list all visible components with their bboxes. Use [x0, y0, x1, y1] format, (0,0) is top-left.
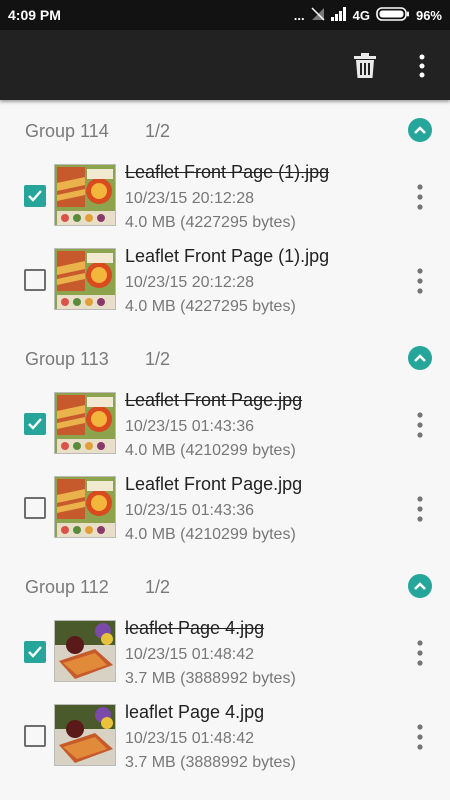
check-icon — [28, 190, 42, 202]
battery-level: 96% — [415, 8, 442, 23]
group-header: Group 112 1/2 — [0, 556, 450, 616]
list-item[interactable]: Leaflet Front Page.jpg 10/23/15 01:43:36… — [0, 388, 450, 472]
status-time: 4:09 PM — [8, 7, 61, 23]
file-size: 3.7 MB (3888992 bytes) — [125, 754, 296, 771]
file-date: 10/23/15 20:12:28 — [125, 274, 255, 291]
group-header: Group 114 1/2 — [0, 100, 450, 160]
list-item[interactable]: Leaflet Front Page (1).jpg 10/23/15 20:1… — [0, 244, 450, 328]
signal-icon — [330, 7, 347, 24]
list-item[interactable]: leaflet Page 4.jpg 10/23/15 01:48:42 3.7… — [0, 700, 450, 784]
file-size: 3.7 MB (3888992 bytes) — [125, 670, 296, 687]
group-count: 1/2 — [145, 349, 171, 369]
file-size: 4.0 MB (4210299 bytes) — [125, 526, 296, 543]
group-name: Group 113 — [25, 349, 109, 369]
checkbox-unchecked[interactable] — [24, 497, 46, 519]
image-thumbnail — [54, 704, 116, 766]
more-vert-icon[interactable] — [410, 494, 430, 524]
group-count: 1/2 — [145, 577, 171, 597]
more-vert-icon[interactable] — [410, 410, 430, 440]
more-vert-icon[interactable] — [410, 182, 430, 212]
file-size: 4.0 MB (4210299 bytes) — [125, 442, 296, 459]
group-count: 1/2 — [145, 121, 171, 141]
image-thumbnail — [54, 392, 116, 454]
file-date: 10/23/15 01:43:36 — [125, 502, 255, 519]
duplicate-groups-list[interactable]: Group 114 1/2 Leaflet Front Page (1).jpg… — [0, 100, 450, 800]
group-name: Group 114 — [25, 121, 109, 141]
chevron-up-icon[interactable] — [408, 118, 432, 142]
image-thumbnail — [54, 164, 116, 226]
file-date: 10/23/15 01:43:36 — [125, 418, 255, 435]
status-bar: 4:09 PM ... 4G 96% — [0, 0, 450, 30]
more-vert-icon[interactable] — [410, 722, 430, 752]
status-icons: ... 4G 96% — [294, 7, 442, 24]
image-thumbnail — [54, 620, 116, 682]
checkbox-checked[interactable] — [24, 185, 46, 207]
list-item[interactable]: Leaflet Front Page.jpg 10/23/15 01:43:36… — [0, 472, 450, 556]
app-toolbar — [0, 30, 450, 100]
more-vert-icon[interactable] — [410, 266, 430, 296]
file-date: 10/23/15 01:48:42 — [125, 646, 255, 663]
file-name: Leaflet Front Page.jpg — [125, 390, 303, 410]
network-type: 4G — [352, 8, 370, 23]
checkbox-checked[interactable] — [24, 413, 46, 435]
file-name: leaflet Page 4.jpg — [125, 618, 265, 638]
notification-dots: ... — [293, 8, 305, 23]
file-date: 10/23/15 20:12:28 — [125, 190, 255, 207]
chevron-up-icon[interactable] — [408, 574, 432, 598]
file-name: leaflet Page 4.jpg — [125, 702, 265, 722]
more-vert-icon[interactable] — [410, 638, 430, 668]
file-name: Leaflet Front Page (1).jpg — [125, 162, 330, 182]
list-item[interactable]: leaflet Page 4.jpg 10/23/15 01:48:42 3.7… — [0, 616, 450, 700]
trash-icon[interactable] — [352, 52, 378, 80]
file-name: Leaflet Front Page.jpg — [125, 474, 303, 494]
list-item[interactable]: Leaflet Front Page (1).jpg 10/23/15 20:1… — [0, 160, 450, 244]
group-name: Group 112 — [25, 577, 109, 597]
image-thumbnail — [54, 248, 116, 310]
file-date: 10/23/15 01:48:42 — [125, 730, 255, 747]
battery-icon — [376, 7, 410, 24]
checkbox-checked[interactable] — [24, 641, 46, 663]
chevron-up-icon[interactable] — [408, 346, 432, 370]
check-icon — [28, 646, 42, 658]
checkbox-unchecked[interactable] — [24, 725, 46, 747]
image-thumbnail — [54, 476, 116, 538]
file-size: 4.0 MB (4227295 bytes) — [125, 298, 296, 315]
file-size: 4.0 MB (4227295 bytes) — [125, 214, 296, 231]
more-vert-icon[interactable] — [412, 52, 432, 80]
checkbox-unchecked[interactable] — [24, 269, 46, 291]
group-header: Group 113 1/2 — [0, 328, 450, 388]
check-icon — [28, 418, 42, 430]
file-name: Leaflet Front Page (1).jpg — [125, 246, 330, 266]
no-signal-icon — [311, 7, 325, 24]
